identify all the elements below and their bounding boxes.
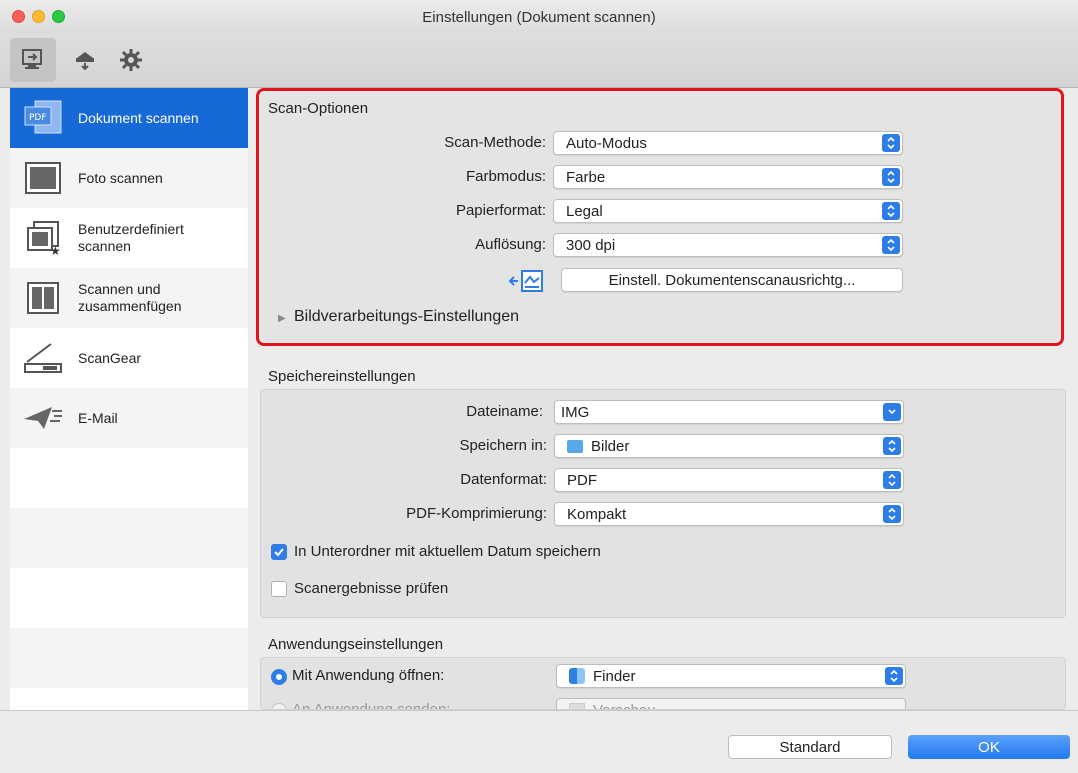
scan-from-panel-tab[interactable] — [62, 38, 108, 82]
save-settings-title: Speichereinstellungen — [268, 368, 416, 385]
document-orientation-icon — [508, 268, 548, 294]
open-with-application-label[interactable]: Mit Anwendung öffnen: — [292, 667, 444, 684]
sidebar-item-e-mail[interactable]: E-Mail — [10, 388, 248, 448]
resolution-label: Auflösung: — [475, 236, 546, 253]
open-with-application-select[interactable]: Finder — [556, 664, 906, 688]
chevron-updown-icon — [885, 667, 903, 685]
sidebar-empty-row — [10, 568, 248, 628]
scan-from-computer-icon — [22, 49, 42, 69]
file-name-label: Dateiname: — [466, 403, 543, 420]
window-title: Einstellungen (Dokument scannen) — [422, 9, 656, 26]
save-in-select[interactable]: Bilder — [554, 434, 904, 458]
scan-method-select[interactable]: Auto-Modus — [553, 131, 903, 155]
finder-icon — [569, 668, 585, 684]
custom-scan-icon: ★ — [22, 217, 64, 259]
file-name-value: IMG — [561, 403, 590, 421]
scangear-icon — [22, 337, 64, 379]
resolution-select[interactable]: 300 dpi — [553, 233, 903, 257]
chevron-updown-icon — [883, 471, 901, 489]
chevron-updown-icon — [882, 168, 900, 186]
chevron-updown-icon — [883, 437, 901, 455]
chevron-down-icon[interactable] — [883, 403, 901, 421]
scan-options-group: Scan-Optionen Scan-Methode: Auto-Modus F… — [260, 92, 1060, 342]
sidebar: PDF Dokument scannen Foto scannen ★ Benu… — [10, 88, 248, 710]
sidebar-item-scangear[interactable]: ScanGear — [10, 328, 248, 388]
chevron-updown-icon — [882, 134, 900, 152]
color-mode-value: Farbe — [566, 168, 606, 186]
data-format-label: Datenformat: — [460, 471, 547, 488]
color-mode-select[interactable]: Farbe — [553, 165, 903, 189]
pdf-compression-select[interactable]: Kompakt — [554, 502, 904, 526]
scan-options-title: Scan-Optionen — [268, 100, 369, 117]
disclosure-triangle-icon[interactable]: ▶ — [278, 313, 286, 324]
paper-size-value: Legal — [566, 202, 603, 220]
scan-from-panel-icon — [76, 52, 94, 71]
document-orientation-settings-button[interactable]: Einstell. Dokumentenscanausrichtg... — [561, 268, 903, 292]
pdf-compression-value: Kompakt — [567, 505, 627, 523]
subfolder-date-checkbox[interactable] — [271, 544, 287, 560]
toolbar — [0, 34, 1078, 88]
chevron-updown-icon — [882, 236, 900, 254]
chevron-updown-icon — [882, 202, 900, 220]
sidebar-empty-row — [10, 508, 248, 568]
check-scan-results-label[interactable]: Scanergebnisse prüfen — [294, 580, 448, 597]
send-to-application-radio[interactable] — [271, 703, 287, 709]
image-processing-settings-toggle[interactable]: Bildverarbeitungs-Einstellungen — [294, 308, 519, 326]
sidebar-empty-row — [10, 448, 248, 508]
sidebar-item-dokument-scannen[interactable]: PDF Dokument scannen — [10, 88, 248, 148]
application-settings-title: Anwendungseinstellungen — [268, 636, 444, 653]
preview-app-icon — [569, 703, 585, 709]
general-settings-tab[interactable] — [108, 38, 154, 82]
sidebar-item-benutzerdefiniert-scannen[interactable]: ★ Benutzerdefiniert scannen — [10, 208, 248, 268]
svg-text:★: ★ — [50, 244, 61, 256]
title-bar: Einstellungen (Dokument scannen) — [0, 0, 1078, 34]
email-icon — [22, 397, 64, 439]
open-with-application-radio[interactable] — [271, 669, 287, 685]
standard-button[interactable]: Standard — [728, 735, 892, 759]
scan-from-computer-tab[interactable] — [10, 38, 56, 82]
sidebar-item-scannen-und-zusammenfuegen[interactable]: Scannen und zusammenfügen — [10, 268, 248, 328]
stitch-icon — [22, 277, 64, 319]
data-format-value: PDF — [567, 471, 597, 489]
send-to-application-select[interactable]: Vorschau — [556, 698, 906, 710]
pdf-document-icon: PDF — [22, 97, 64, 139]
subfolder-date-label[interactable]: In Unterordner mit aktuellem Datum speic… — [294, 543, 601, 560]
save-in-value: Bilder — [591, 437, 630, 455]
save-in-label: Speichern in: — [459, 437, 547, 454]
send-to-application-label[interactable]: An Anwendung senden: — [292, 701, 450, 709]
color-mode-label: Farbmodus: — [465, 168, 546, 185]
save-settings-group: Dateiname: IMG Speichern in: Bilder Date… — [260, 389, 1066, 618]
paper-size-label: Papierformat: — [455, 202, 546, 219]
settings-window: Einstellungen (Dokument scannen) PDF Dok… — [0, 0, 1078, 773]
settings-content: Scan-Optionen Scan-Methode: Auto-Modus F… — [256, 88, 1070, 710]
scan-method-label: Scan-Methode: — [444, 134, 546, 151]
open-with-application-value: Finder — [593, 667, 636, 685]
application-settings-group: Mit Anwendung öffnen: Finder An Anwendun… — [260, 657, 1066, 710]
photo-icon — [22, 157, 64, 199]
sidebar-item-foto-scannen[interactable]: Foto scannen — [10, 148, 248, 208]
data-format-select[interactable]: PDF — [554, 468, 904, 492]
general-settings-gear-icon — [120, 49, 142, 71]
file-name-combobox[interactable]: IMG — [554, 400, 904, 424]
paper-size-select[interactable]: Legal — [553, 199, 903, 223]
svg-text:PDF: PDF — [29, 113, 47, 123]
folder-icon — [567, 439, 583, 453]
send-to-application-value: Vorschau — [593, 701, 656, 710]
ok-button[interactable]: OK — [908, 735, 1070, 759]
chevron-updown-icon — [883, 505, 901, 523]
sidebar-empty-row — [10, 628, 248, 688]
resolution-value: 300 dpi — [566, 236, 616, 254]
scan-method-value: Auto-Modus — [566, 134, 647, 152]
check-scan-results-checkbox[interactable] — [271, 581, 287, 597]
checkmark-icon — [274, 548, 284, 557]
pdf-compression-label: PDF-Komprimierung: — [406, 505, 547, 522]
footer-bar: Standard OK — [0, 710, 1078, 773]
